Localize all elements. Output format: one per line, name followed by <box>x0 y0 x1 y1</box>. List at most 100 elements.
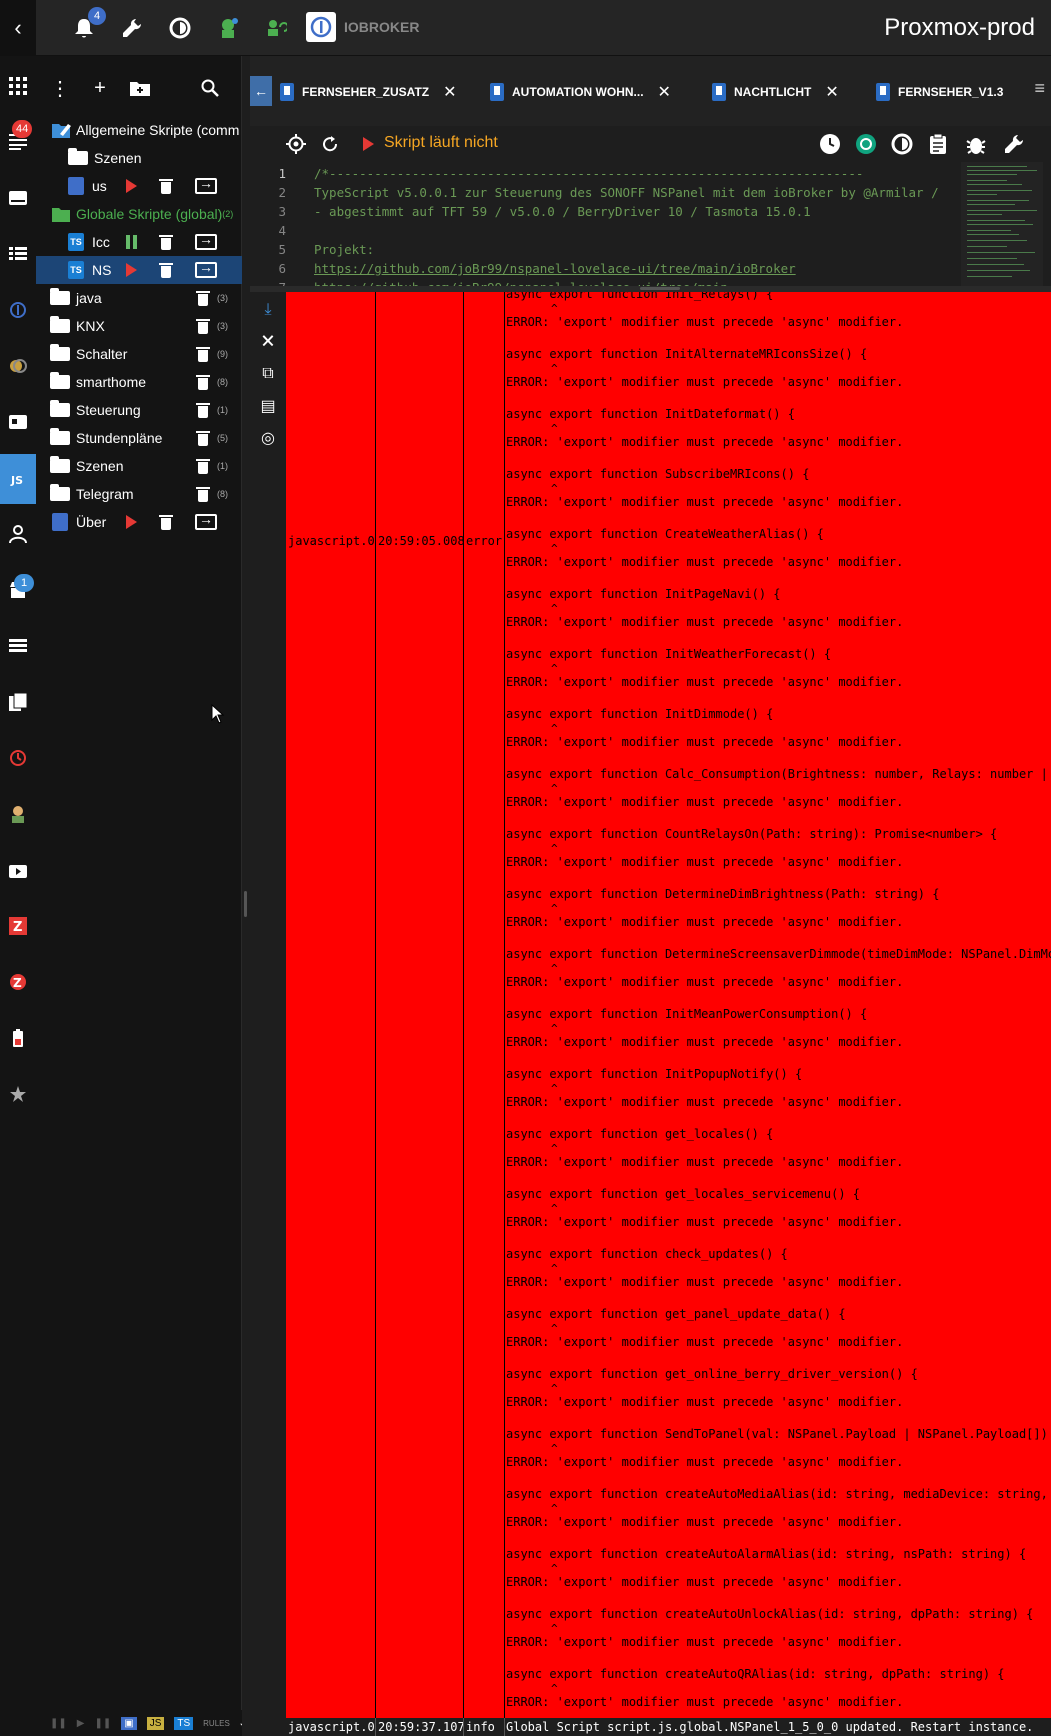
search-button[interactable] <box>190 68 230 108</box>
nav-files[interactable] <box>0 682 36 722</box>
export-icon[interactable] <box>195 175 217 194</box>
pause-icon[interactable]: ❚❚ <box>94 1718 111 1729</box>
tree-script-ns-selected[interactable]: TS NS <box>36 256 242 284</box>
nav-enums[interactable] <box>0 626 36 666</box>
code-minimap[interactable] <box>961 162 1043 286</box>
tree-folder-stundenplaene[interactable]: Stundenpläne (5) <box>36 424 242 452</box>
trash-icon[interactable] <box>196 486 210 502</box>
nav-zigbee2[interactable]: Z <box>0 962 36 1002</box>
clipboard-button[interactable] <box>926 132 950 156</box>
tabs-menu-icon[interactable]: ≡ <box>1034 78 1045 99</box>
notifications-button[interactable]: 4 <box>70 7 106 42</box>
tree-folder-telegram[interactable]: Telegram (8) <box>36 480 242 508</box>
tree-folder-steuerung[interactable]: Steuerung (1) <box>36 396 242 424</box>
close-icon[interactable]: ✕ <box>658 82 671 102</box>
debug-button[interactable] <box>964 132 988 156</box>
filter-blockly[interactable]: ▣ <box>121 1716 137 1730</box>
trash-icon[interactable] <box>196 402 210 418</box>
nav-iobroker[interactable] <box>0 290 36 330</box>
ai-button[interactable] <box>854 132 878 156</box>
expert-mode-button[interactable] <box>214 14 242 42</box>
scroll-down-icon[interactable]: ⤓ <box>256 298 280 322</box>
tree-folder-szenen[interactable]: Szenen <box>36 144 242 172</box>
trash-icon[interactable] <box>196 430 210 446</box>
export-icon[interactable] <box>195 511 217 530</box>
nav-log[interactable]: 44 <box>0 120 36 162</box>
hide-icon[interactable]: ◎ <box>256 426 280 450</box>
play-icon[interactable] <box>126 179 137 193</box>
log-function-line: async export function CreateWeatherAlias… <box>506 527 824 541</box>
nav-zigbee[interactable]: Z <box>0 906 36 946</box>
nav-overview[interactable] <box>0 66 36 106</box>
pause-icon[interactable] <box>126 235 138 249</box>
play-all-icon[interactable]: ▶ <box>77 1718 85 1729</box>
nav-history[interactable] <box>0 738 36 778</box>
settings-wrench-button[interactable] <box>118 14 146 42</box>
tree-script-icc[interactable]: TS Icc <box>36 228 242 256</box>
tab-nachtlicht[interactable]: NACHTLICHT ✕ <box>712 78 839 106</box>
restart-button[interactable] <box>262 14 290 42</box>
copy-icon[interactable]: ⧉ <box>256 362 280 386</box>
code-editor[interactable]: 1/*-------------------------------------… <box>250 162 1051 286</box>
nav-adapters[interactable] <box>0 178 36 218</box>
collapse-menu-button[interactable]: ‹ <box>0 0 36 56</box>
nav-instances[interactable] <box>0 234 36 274</box>
close-icon[interactable]: ✕ <box>825 82 838 102</box>
panel-splitter[interactable] <box>242 56 250 1736</box>
tree-script-us[interactable]: us <box>36 172 242 200</box>
theme-button[interactable] <box>166 14 194 42</box>
tab-fernseher-v13[interactable]: FERNSEHER_V1.3 <box>876 78 1003 106</box>
settings-button[interactable] <box>1002 132 1026 156</box>
add-script-button[interactable]: + <box>80 68 120 108</box>
nav-media[interactable] <box>0 850 36 890</box>
trash-icon[interactable] <box>159 262 173 278</box>
nav-battery[interactable] <box>0 1018 36 1058</box>
trash-icon[interactable] <box>196 346 210 362</box>
nav-hosts[interactable]: 1 <box>0 570 36 610</box>
theme-toggle-button[interactable] <box>890 132 914 156</box>
export-icon[interactable] <box>195 231 217 250</box>
nav-admin-user[interactable] <box>0 794 36 834</box>
iobroker-logo[interactable]: IOBROKER <box>306 12 419 42</box>
tree-folder-knx[interactable]: KNX (3) <box>36 312 242 340</box>
reload-button[interactable] <box>318 132 342 156</box>
tree-script-ueber[interactable]: Über <box>36 508 242 536</box>
mouse-cursor-icon <box>211 704 225 724</box>
pause-all-icon[interactable]: ❚❚ <box>50 1718 67 1729</box>
run-script-button[interactable] <box>356 132 380 156</box>
locate-button[interactable] <box>284 132 308 156</box>
nav-scripts[interactable]: JS <box>0 454 36 504</box>
tree-folder-smarthome[interactable]: smarthome (8) <box>36 368 242 396</box>
nav-users[interactable] <box>0 514 36 554</box>
add-folder-button[interactable] <box>120 68 160 108</box>
trash-icon[interactable] <box>196 374 210 390</box>
export-icon[interactable] <box>195 259 217 278</box>
tree-folder-szenen-2[interactable]: Szenen (1) <box>36 452 242 480</box>
more-menu-button[interactable]: ⋮ <box>40 68 80 108</box>
trash-icon[interactable] <box>159 234 173 250</box>
filter-js[interactable]: JS <box>146 1716 165 1730</box>
trash-icon[interactable] <box>196 458 210 474</box>
tree-folder-java[interactable]: java (3) <box>36 284 242 312</box>
nav-objects[interactable] <box>0 346 36 386</box>
filter-rules[interactable]: RULES <box>203 1719 230 1728</box>
trash-icon[interactable] <box>196 318 210 334</box>
tab-fernseher-zusatz[interactable]: FERNSEHER_ZUSATZ ✕ <box>280 78 457 106</box>
nav-devices[interactable] <box>0 402 36 442</box>
play-icon[interactable] <box>126 515 137 529</box>
tree-folder-schalter[interactable]: Schalter (9) <box>36 340 242 368</box>
tabs-back-button[interactable]: ← <box>250 76 272 106</box>
tree-folder-global[interactable]: Globale Skripte (global) (2) <box>36 200 242 228</box>
trash-icon[interactable] <box>159 178 173 194</box>
cron-button[interactable] <box>818 132 842 156</box>
play-icon[interactable] <box>126 263 137 277</box>
trash-icon[interactable] <box>159 514 173 530</box>
trash-icon[interactable] <box>196 290 210 306</box>
close-icon[interactable]: ✕ <box>443 82 456 102</box>
filter-ts[interactable]: TS <box>174 1716 194 1730</box>
clear-log-icon[interactable]: 🗙 <box>256 330 280 354</box>
table-view-icon[interactable]: ▤ <box>256 394 280 418</box>
tab-automation-wohn[interactable]: AUTOMATION WOHN... ✕ <box>490 78 671 106</box>
nav-extra[interactable] <box>0 1074 36 1114</box>
tree-folder-common[interactable]: Allgemeine Skripte (comm <box>36 116 242 144</box>
